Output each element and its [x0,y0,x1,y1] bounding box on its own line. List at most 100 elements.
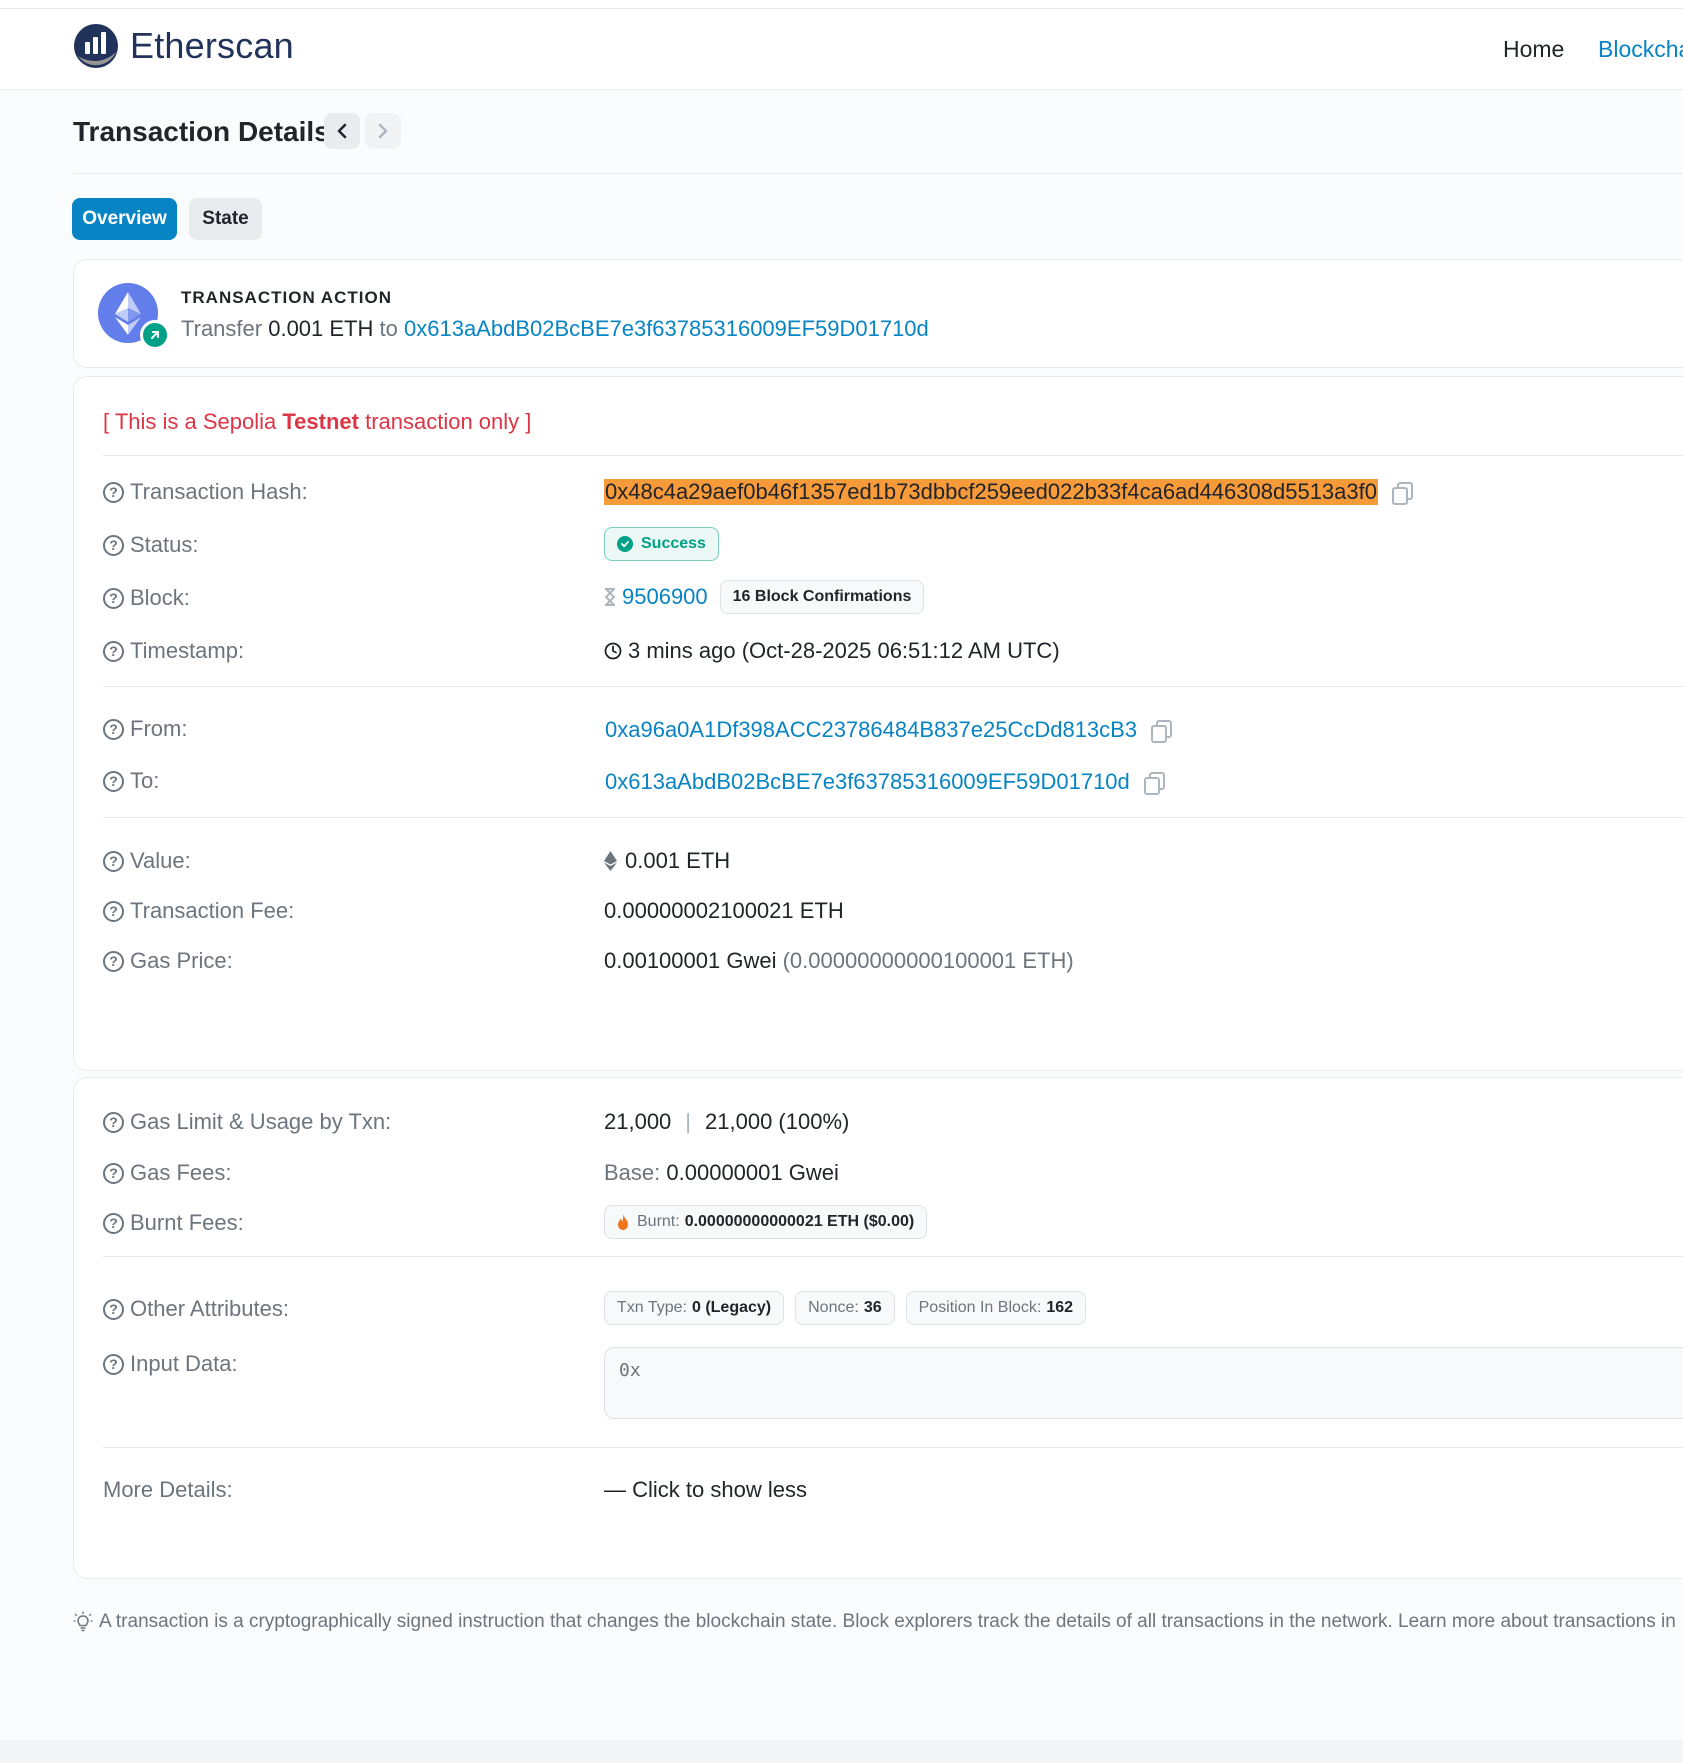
brand-name: Etherscan [130,25,294,66]
question-icon[interactable]: ? [103,850,124,872]
timestamp-value-row: 3 mins ago (Oct-28-2025 06:51:12 AM UTC) [604,638,1060,664]
question-icon[interactable]: ? [103,1298,124,1320]
value-amount: 0.001 ETH [625,848,731,873]
block-label-text: Block: [130,585,190,610]
to-label-text: To: [130,768,160,793]
gas-usage-value: 21,000 (100%) [705,1109,850,1134]
nonce-value: 36 [863,1299,882,1316]
hash-label: ? Transaction Hash: [103,479,308,505]
nav-blockchain[interactable]: Blockcha [1598,9,1683,90]
tab-overview[interactable]: Overview [72,198,177,240]
gas-fees-value-row: Base: 0.00000001 Gwei [604,1160,839,1186]
section-divider [103,1256,1683,1257]
bottom-band [0,1740,1683,1763]
section-divider [103,455,1683,456]
question-icon[interactable]: ? [103,950,124,972]
question-icon[interactable]: ? [103,1212,124,1234]
fee-label-text: Transaction Fee: [130,898,295,923]
status-value-row: Success [604,527,719,561]
question-icon[interactable]: ? [103,1111,124,1133]
position-badge: Position In Block: 162 [905,1291,1087,1325]
hash-label-text: Transaction Hash: [130,479,308,504]
gas-price-value-row: 0.00100001 Gwei (0.00000000000100001 ETH… [604,948,1074,974]
block-number-link[interactable]: 9506900 [622,584,708,610]
input-data-box[interactable]: 0x [604,1347,1683,1419]
previous-transaction-button[interactable] [324,113,360,149]
status-text: Success [641,535,706,552]
copy-icon[interactable] [1151,720,1173,743]
to-address-link[interactable]: 0x613aAbdB02BcBE7e3f63785316009EF59D0171… [605,769,1130,795]
block-confirmations-badge: 16 Block Confirmations [719,580,925,614]
base-fee-value: 0.00000001 Gwei [666,1160,839,1185]
fee-value: 0.00000002100021 ETH [604,898,844,923]
section-divider [103,817,1683,818]
burnt-fees-badge: Burnt: 0.00000000000021 ETH ($0.00) [604,1205,928,1239]
copy-icon[interactable] [1143,772,1165,795]
question-icon[interactable]: ? [103,587,124,609]
page-title: Transaction Details [73,116,330,147]
hourglass-icon [604,588,616,606]
question-icon[interactable]: ? [103,640,124,662]
gas-price-label: ? Gas Price: [103,948,233,974]
value-label-text: Value: [130,848,191,873]
tab-state[interactable]: State [189,198,262,240]
question-icon[interactable]: ? [103,1162,124,1184]
burnt-prefix: Burnt: [637,1213,680,1230]
status-label-text: Status: [130,532,199,557]
position-value: 162 [1046,1299,1074,1316]
to-label: ? To: [103,768,159,794]
lightbulb-icon [73,1611,93,1632]
question-icon[interactable]: ? [103,718,124,740]
action-to-word: to [379,316,398,341]
more-details-card: ? Gas Limit & Usage by Txn: 21,000 | 21,0… [73,1077,1683,1579]
chevron-right-icon [378,123,388,139]
nav-home[interactable]: Home [1503,9,1564,90]
question-icon[interactable]: ? [103,900,124,922]
ethereum-small-icon [604,851,617,871]
base-fee-label: Base: [604,1160,661,1185]
from-label: ? From: [103,716,187,742]
from-address-link[interactable]: 0xa96a0A1Df398ACC23786484B837e25CcDd813c… [605,717,1137,743]
value-separator: | [685,1109,692,1134]
timestamp-label: ? Timestamp: [103,638,244,664]
burnt-value: 0.00000000000021 ETH ($0.00) [684,1213,915,1230]
next-transaction-button[interactable] [365,113,401,149]
hash-value-row: 0x48c4a29aef0b46f1357ed1b73dbbcf259eed02… [604,479,1413,505]
from-value-row: 0xa96a0A1Df398ACC23786484B837e25CcDd813c… [604,717,1173,743]
gas-limit-label: ? Gas Limit & Usage by Txn: [103,1109,391,1135]
from-label-text: From: [130,716,188,741]
copy-icon[interactable] [1391,482,1413,505]
question-icon[interactable]: ? [103,534,124,556]
etherscan-logo[interactable]: Etherscan [72,22,294,70]
gas-price-label-text: Gas Price: [130,948,233,973]
position-label: Position In Block: [918,1299,1042,1316]
action-to-address-link[interactable]: 0x613aAbdB02BcBE7e3f63785316009EF59D0171… [404,316,929,341]
section-divider [103,1447,1683,1448]
other-attributes-label: ? Other Attributes: [103,1296,289,1322]
input-data-label: ? Input Data: [103,1351,238,1377]
gas-price-eth: (0.00000000000100001 ETH) [782,948,1074,973]
input-data-label-text: Input Data: [130,1351,238,1376]
title-divider [73,173,1683,174]
site-header: Etherscan Home Blockcha [0,9,1683,90]
gas-fees-label-text: Gas Fees: [130,1160,232,1185]
chevron-left-icon [337,123,347,139]
question-icon[interactable]: ? [103,1353,124,1375]
fire-icon [618,1214,628,1230]
block-value-row: 9506900 16 Block Confirmations [604,580,925,614]
txn-type-label: Txn Type: [617,1299,687,1316]
more-details-label: More Details: [103,1477,233,1502]
transaction-details-card: [ This is a Sepolia Testnet transaction … [73,376,1683,1071]
transaction-hash: 0x48c4a29aef0b46f1357ed1b73dbbcf259eed02… [604,479,1378,505]
gas-limit-label-text: Gas Limit & Usage by Txn: [130,1109,392,1134]
testnet-notice-close: transaction only ] [358,409,532,434]
footer-note-text: A transaction is a cryptographically sig… [99,1611,1676,1632]
question-icon[interactable]: ? [103,770,124,792]
show-less-link[interactable]: — Click to show less [604,1477,807,1503]
transaction-action-label: TRANSACTION ACTION [181,288,392,307]
footer-note: A transaction is a cryptographically sig… [73,1611,1676,1633]
nonce-label: Nonce: [808,1299,859,1316]
question-icon[interactable]: ? [103,481,124,503]
txn-type-badge: Txn Type: 0 (Legacy) [604,1291,785,1325]
burnt-fees-label: ? Burnt Fees: [103,1210,244,1236]
